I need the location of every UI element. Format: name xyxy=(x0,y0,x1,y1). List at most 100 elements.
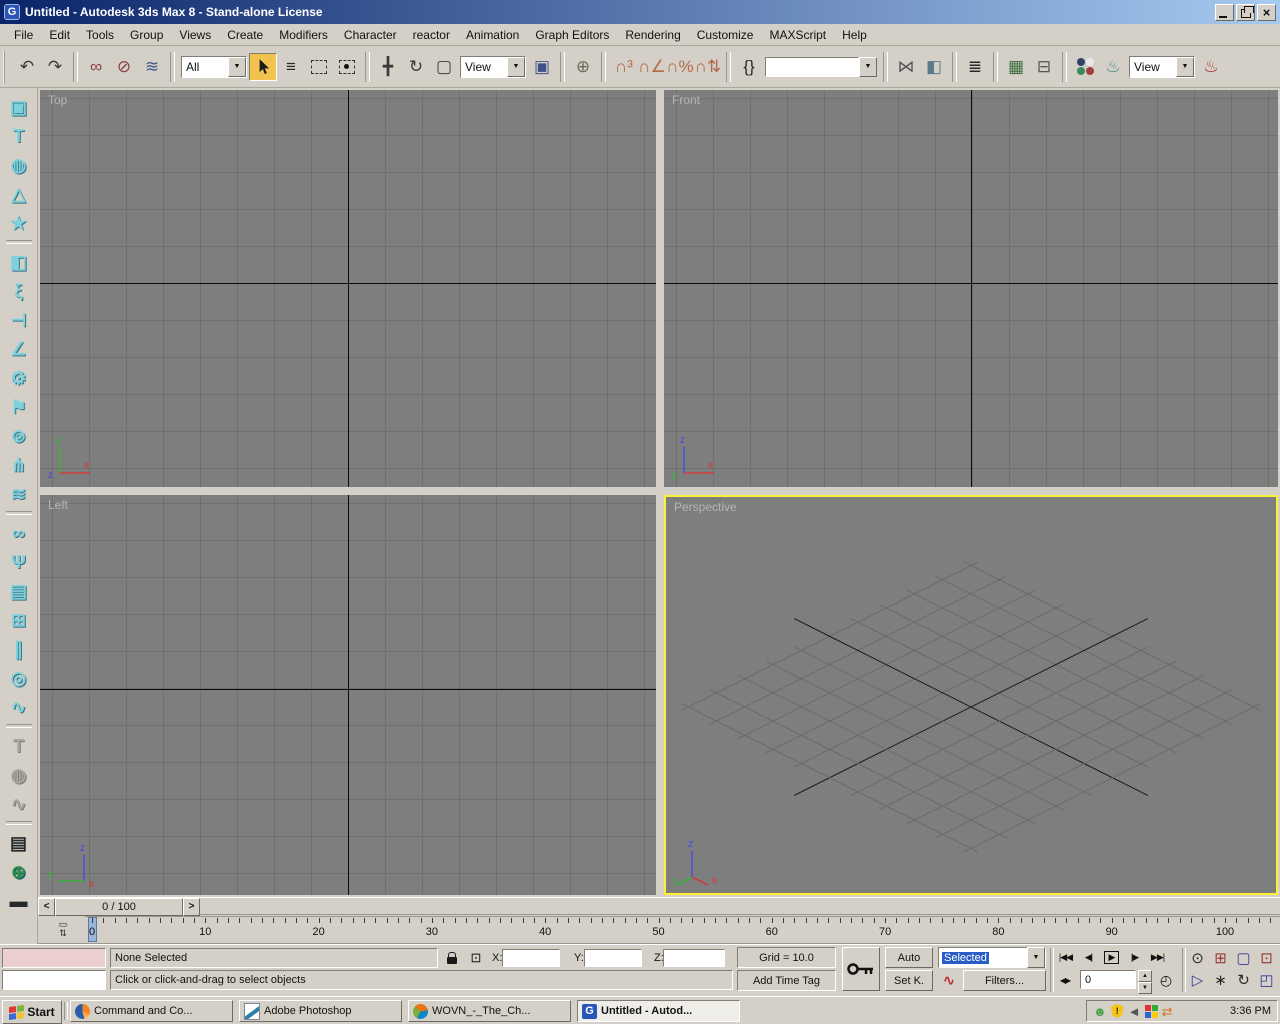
viewport-front-label[interactable]: Front xyxy=(672,93,700,107)
spinner-up-button[interactable]: ▲ xyxy=(1138,970,1152,982)
car-wheel-constraint[interactable]: ◎ xyxy=(3,663,35,692)
time-slider-handle[interactable]: 0 / 100 xyxy=(55,898,183,916)
menu-graph-editors[interactable]: Graph Editors xyxy=(527,26,617,44)
open-property-editor[interactable]: ▤ xyxy=(3,828,35,857)
select-and-move-button[interactable]: ╋ xyxy=(374,53,402,81)
viewport-perspective[interactable]: Perspective z y x xyxy=(664,495,1278,895)
menu-help[interactable]: Help xyxy=(834,26,875,44)
fracture[interactable]: ⋔ xyxy=(3,450,35,479)
viewport-top[interactable]: Top y x z xyxy=(40,90,656,487)
x-coordinate-field[interactable] xyxy=(502,949,560,967)
key-filter-curve-button[interactable]: ∿ xyxy=(938,970,960,991)
wind[interactable]: ⚑ xyxy=(3,392,35,421)
menu-views[interactable]: Views xyxy=(171,26,219,44)
rag-doll-constraint[interactable]: Ψ xyxy=(3,547,35,576)
key-mode-toggle[interactable]: ◀▶ xyxy=(1054,970,1076,991)
auto-key-button[interactable]: Auto xyxy=(885,947,933,968)
soft-body-collection[interactable]: ◍ xyxy=(3,150,35,179)
toy-car[interactable]: ⊚ xyxy=(3,421,35,450)
dropdown-arrow-icon[interactable]: ▼ xyxy=(859,57,877,77)
menu-edit[interactable]: Edit xyxy=(41,26,78,44)
layer-manager-button[interactable]: ≣ xyxy=(961,53,989,81)
point-path-constraint[interactable]: ∿ xyxy=(3,692,35,721)
undo-button[interactable]: ↶ xyxy=(13,53,41,81)
align-button[interactable]: ◧ xyxy=(920,53,948,81)
water[interactable]: ≋ xyxy=(3,479,35,508)
cloth-collection[interactable]: T xyxy=(3,121,35,150)
apply-cloth-modifier[interactable]: T xyxy=(3,731,35,760)
arc-rotate-button[interactable]: ↻ xyxy=(1232,969,1255,991)
previous-frame-button[interactable]: ◀| xyxy=(1077,947,1100,968)
spinner-down-button[interactable]: ▼ xyxy=(1138,982,1152,994)
menu-create[interactable]: Create xyxy=(219,26,271,44)
key-filter-dropdown[interactable]: Selected ▼ xyxy=(938,947,1046,968)
prismatic-constraint[interactable]: ∥ xyxy=(3,634,35,663)
viewport-top-label[interactable]: Top xyxy=(48,93,67,107)
attach-constraint[interactable]: ⊞ xyxy=(3,605,35,634)
render-scene-button[interactable]: ♨ xyxy=(1099,53,1127,81)
linear-dashpot[interactable]: ⊣ xyxy=(3,305,35,334)
minimize-button[interactable] xyxy=(1215,4,1234,21)
pan-button[interactable]: ∗ xyxy=(1209,969,1232,991)
key-filters-button[interactable]: Filters... xyxy=(963,970,1046,991)
motor[interactable]: ⚙ xyxy=(3,363,35,392)
selection-lock-toggle[interactable] xyxy=(443,948,461,968)
quick-render-button[interactable]: ♨ xyxy=(1197,53,1225,81)
apply-soft-body-modifier[interactable]: ◍ xyxy=(3,760,35,789)
create-animation[interactable]: ▬ xyxy=(3,886,35,915)
zoom-extents-all-button[interactable]: ⊡ xyxy=(1255,947,1278,969)
select-and-manipulate-button[interactable]: ⊕ xyxy=(569,53,597,81)
dropdown-arrow-icon[interactable]: ▼ xyxy=(1027,947,1045,968)
time-slider-track[interactable] xyxy=(200,899,1280,915)
set-keys-button[interactable] xyxy=(842,947,880,991)
viewport-front[interactable]: Front z x y xyxy=(664,90,1278,487)
angle-snap-button[interactable]: ∩∠ xyxy=(638,53,666,81)
display-settings-tray-icon[interactable] xyxy=(1145,1005,1158,1018)
menu-file[interactable]: File xyxy=(6,26,41,44)
plane[interactable]: ◧ xyxy=(3,247,35,276)
min-max-toggle-button[interactable]: ◰ xyxy=(1255,969,1278,991)
menu-rendering[interactable]: Rendering xyxy=(617,26,688,44)
rope-collection[interactable]: ★ xyxy=(3,208,35,237)
field-of-view-button[interactable]: ▷ xyxy=(1186,969,1209,991)
named-selection-field-input[interactable] xyxy=(765,57,859,77)
unlink-selection-button[interactable]: ⊘ xyxy=(110,53,138,81)
z-coordinate-field[interactable] xyxy=(663,949,725,967)
menu-reactor[interactable]: reactor xyxy=(405,26,458,44)
play-button[interactable]: ▶ xyxy=(1100,947,1123,968)
percent-snap-button[interactable]: ∩% xyxy=(666,53,694,81)
spring[interactable]: ξ xyxy=(3,276,35,305)
y-coordinate-field[interactable] xyxy=(584,949,642,967)
start-button[interactable]: Start xyxy=(2,1000,62,1024)
time-slider-prev-button[interactable]: < xyxy=(38,898,55,916)
apply-rope-modifier[interactable]: ∿ xyxy=(3,789,35,818)
maxscript-mini-listener-pink[interactable] xyxy=(2,948,106,968)
bind-to-space-warp-button[interactable]: ≋ xyxy=(138,53,166,81)
taskbar-item-adobe-photoshop[interactable]: Adobe Photoshop xyxy=(239,1000,402,1022)
absolute-offset-toggle[interactable]: ⊡ xyxy=(467,948,485,968)
material-editor-button[interactable] xyxy=(1071,53,1099,81)
taskbar-item-untitled-autodesk[interactable]: GUntitled - Autod... xyxy=(577,1000,740,1022)
messenger-tray-icon[interactable]: ☻ xyxy=(1093,1005,1107,1018)
menu-tools[interactable]: Tools xyxy=(78,26,122,44)
menu-modifiers[interactable]: Modifiers xyxy=(271,26,336,44)
zoom-all-button[interactable]: ⊞ xyxy=(1209,947,1232,969)
render-type-dropdown[interactable]: View▼ xyxy=(1129,56,1195,78)
current-frame-field[interactable]: 0 xyxy=(1080,970,1136,989)
zoom-button[interactable]: ⊙ xyxy=(1186,947,1209,969)
mirror-button[interactable]: ⋈ xyxy=(892,53,920,81)
angular-dashpot[interactable]: ∠ xyxy=(3,334,35,363)
select-and-rotate-button[interactable]: ↻ xyxy=(402,53,430,81)
time-slider-next-button[interactable]: > xyxy=(183,898,200,916)
schematic-view-button[interactable]: ⊟ xyxy=(1030,53,1058,81)
dropdown-arrow-icon[interactable]: ▼ xyxy=(228,57,246,77)
select-by-name-button[interactable]: ≡ xyxy=(277,53,305,81)
set-key-button[interactable]: Set K. xyxy=(885,970,933,991)
select-object-button[interactable] xyxy=(249,53,277,81)
menu-maxscript[interactable]: MAXScript xyxy=(761,26,834,44)
reference-coordinate-dropdown[interactable]: View▼ xyxy=(460,56,526,78)
viewport-left[interactable]: Left z y x xyxy=(40,495,656,895)
preview-animation[interactable]: ⊕ xyxy=(3,857,35,886)
wall[interactable]: ▤ xyxy=(3,576,35,605)
selection-filter-dropdown[interactable]: All▼ xyxy=(181,56,247,78)
